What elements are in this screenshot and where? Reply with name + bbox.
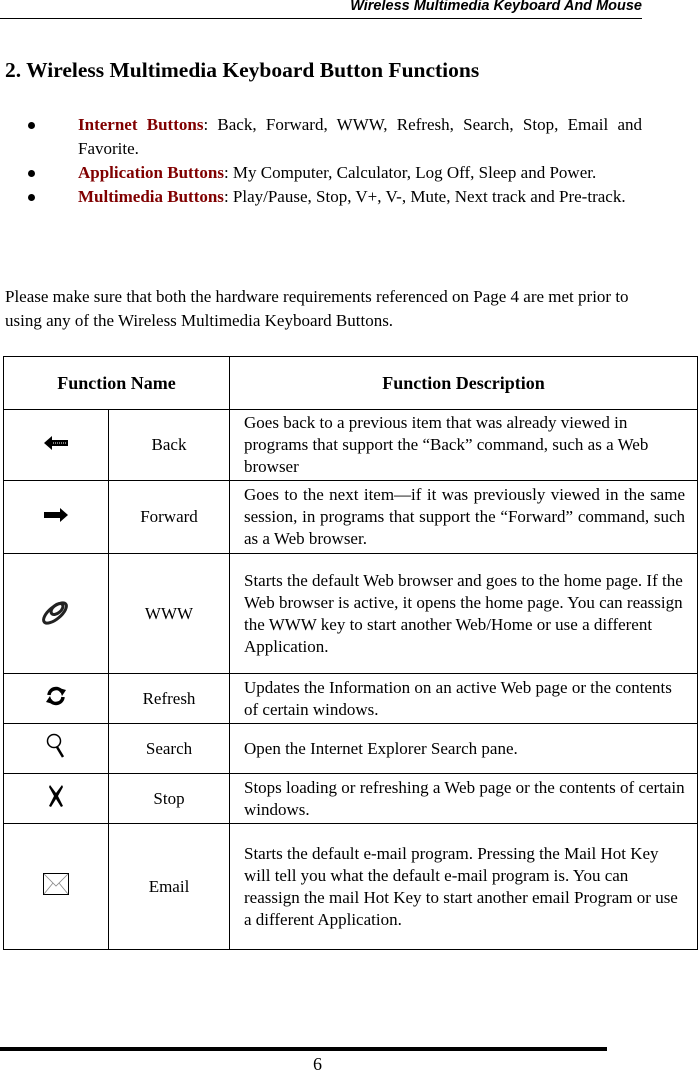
function-description: Goes to the next item—if it was previous… <box>229 480 698 554</box>
table-row: Forward Goes to the next item—if it was … <box>3 480 698 554</box>
function-description: Goes back to a previous item that was al… <box>229 409 698 481</box>
table-row: Back Goes back to a previous item that w… <box>3 409 698 481</box>
function-name: Stop <box>108 773 230 824</box>
bullet-label: Internet Buttons <box>78 115 204 134</box>
bullet-icon <box>28 194 35 201</box>
function-description: Starts the default e-mail program. Press… <box>229 823 698 950</box>
requirements-note: Please make sure that both the hardware … <box>5 287 629 330</box>
header-title: Wireless Multimedia Keyboard And Mouse <box>350 0 642 14</box>
function-description: Open the Internet Explorer Search pane. <box>229 723 698 774</box>
email-envelope-icon <box>43 873 69 895</box>
function-name: WWW <box>108 553 230 674</box>
footer-rule <box>0 1047 607 1051</box>
function-name: Refresh <box>108 673 230 724</box>
button-category-list: Internet Buttons: Back, Forward, WWW, Re… <box>0 113 642 209</box>
header-function-name: Function Name <box>3 356 230 410</box>
function-name: Forward <box>108 480 230 554</box>
list-item: Internet Buttons: Back, Forward, WWW, Re… <box>0 113 642 161</box>
list-item: Application Buttons: My Computer, Calcul… <box>0 161 642 185</box>
table-row: Search Open the Internet Explorer Search… <box>3 723 698 774</box>
search-icon <box>46 733 65 758</box>
forward-arrow-icon <box>44 508 68 522</box>
www-link-icon <box>42 601 68 625</box>
function-name: Back <box>108 409 230 481</box>
bullet-text: : My Computer, Calculator, Log Off, Slee… <box>223 163 597 182</box>
function-description: Stops loading or refreshing a Web page o… <box>229 773 698 824</box>
bullet-icon <box>28 170 35 177</box>
back-arrow-icon <box>44 436 68 450</box>
section-title: 2. Wireless Multimedia Keyboard Button F… <box>5 58 480 82</box>
function-name: Email <box>108 823 230 950</box>
table-row: Email Starts the default e-mail program.… <box>3 823 698 950</box>
bullet-text: : Play/Pause, Stop, V+, V-, Mute, Next t… <box>223 187 626 206</box>
function-table: Function Name Function Description Back … <box>3 356 698 950</box>
bullet-label: Multimedia Buttons <box>78 187 224 206</box>
function-description: Updates the Information on an active Web… <box>229 673 698 724</box>
page-number: 6 <box>313 1054 322 1074</box>
running-header: Wireless Multimedia Keyboard And Mouse <box>0 0 642 19</box>
stop-icon <box>49 785 63 807</box>
list-item: Multimedia Buttons: Play/Pause, Stop, V+… <box>0 185 642 209</box>
header-function-description: Function Description <box>229 356 698 410</box>
table-row: WWW Starts the default Web browser and g… <box>3 553 698 674</box>
bullet-label: Application Buttons <box>78 163 224 182</box>
function-name: Search <box>108 723 230 774</box>
table-header-row: Function Name Function Description <box>3 356 698 410</box>
refresh-icon <box>46 686 66 706</box>
function-description: Starts the default Web browser and goes … <box>229 553 698 674</box>
table-row: Stop Stops loading or refreshing a Web p… <box>3 773 698 824</box>
table-row: Refresh Updates the Information on an ac… <box>3 673 698 724</box>
bullet-icon <box>28 122 35 129</box>
